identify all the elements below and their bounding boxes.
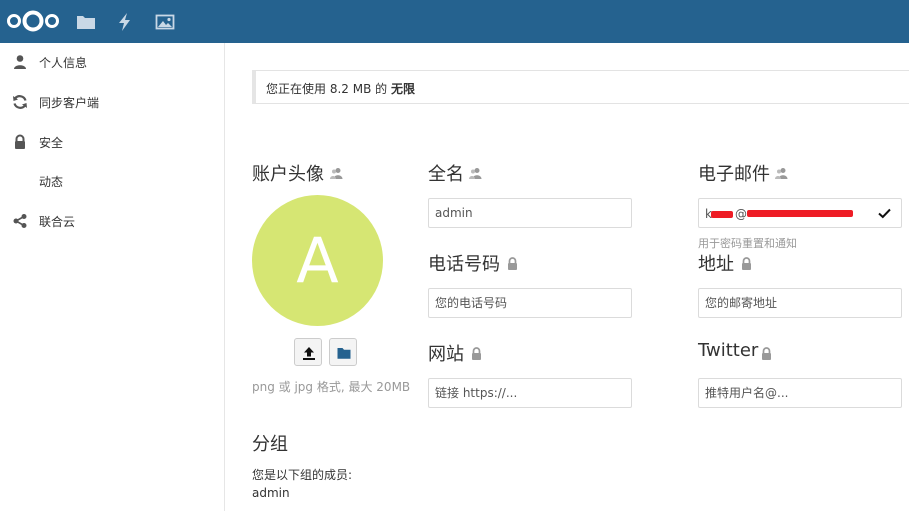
- contacts-scope-icon[interactable]: [330, 167, 343, 180]
- sidebar-item-label: 个人信息: [39, 56, 88, 70]
- checkmark-icon: [878, 208, 891, 219]
- website-title: 网站: [428, 344, 464, 365]
- address-input[interactable]: [698, 288, 902, 318]
- redaction-mark: [711, 211, 733, 218]
- sidebar-item-personal-info[interactable]: 个人信息: [0, 44, 224, 80]
- sidebar-item-label: 同步客户端: [39, 96, 100, 110]
- email-at-sign: @: [735, 207, 747, 221]
- sidebar-item-activity[interactable]: 动态: [0, 163, 224, 199]
- upload-icon: [303, 347, 315, 360]
- website-input[interactable]: [428, 378, 632, 408]
- groups-title: 分组: [252, 434, 288, 455]
- upload-avatar-button[interactable]: [294, 338, 322, 366]
- settings-sidebar: 个人信息 同步客户端 安全 动态 联合云: [0, 43, 225, 511]
- fullname-input[interactable]: [428, 198, 632, 228]
- files-icon[interactable]: [76, 12, 96, 32]
- sidebar-item-label: 安全: [39, 136, 64, 150]
- groups-list: admin: [252, 486, 290, 500]
- lock-icon[interactable]: [470, 347, 483, 360]
- avatar-format-hint: png 或 jpg 格式, 最大 20MB: [252, 380, 411, 394]
- folder-icon: [337, 348, 351, 359]
- storage-quota-bar: 您正在使用 8.2 MB 的 无限: [252, 70, 909, 104]
- avatar-title: 账户头像: [252, 164, 324, 185]
- activity-icon[interactable]: [115, 12, 135, 32]
- sync-icon: [13, 95, 27, 109]
- address-title: 地址: [698, 254, 734, 275]
- email-hint: 用于密码重置和通知: [698, 237, 797, 250]
- fullname-title: 全名: [428, 164, 464, 185]
- email-field[interactable]: k @: [698, 198, 902, 228]
- sidebar-item-federated-cloud[interactable]: 联合云: [0, 203, 224, 239]
- phone-input[interactable]: [428, 288, 632, 318]
- top-header: [0, 0, 909, 43]
- lock-icon: [15, 134, 25, 149]
- contacts-scope-icon[interactable]: [775, 167, 788, 180]
- person-icon: [14, 55, 26, 69]
- twitter-input[interactable]: [698, 378, 902, 408]
- groups-member-label: 您是以下组的成员:: [252, 468, 353, 482]
- quota-usage: 您正在使用 8.2 MB 的: [266, 82, 388, 96]
- avatar: A: [252, 195, 383, 326]
- sidebar-item-security[interactable]: 安全: [0, 124, 224, 160]
- lock-icon[interactable]: [506, 257, 519, 270]
- quota-text: 您正在使用 8.2 MB 的 无限: [266, 80, 415, 97]
- nextcloud-logo[interactable]: [6, 10, 60, 32]
- lock-icon[interactable]: [740, 257, 753, 270]
- redaction-mark: [747, 210, 853, 217]
- email-title: 电子邮件: [698, 164, 770, 185]
- sidebar-item-sync-clients[interactable]: 同步客户端: [0, 84, 224, 120]
- quota-limit: 无限: [390, 82, 415, 96]
- twitter-title: Twitter: [698, 340, 759, 361]
- share-icon: [13, 214, 27, 228]
- sidebar-item-label: 动态: [39, 175, 64, 189]
- gallery-icon[interactable]: [155, 12, 175, 32]
- contacts-scope-icon[interactable]: [469, 167, 482, 180]
- sidebar-item-label: 联合云: [39, 215, 76, 229]
- choose-avatar-from-files-button[interactable]: [329, 338, 357, 366]
- phone-title: 电话号码: [428, 254, 500, 275]
- lock-icon[interactable]: [760, 347, 773, 360]
